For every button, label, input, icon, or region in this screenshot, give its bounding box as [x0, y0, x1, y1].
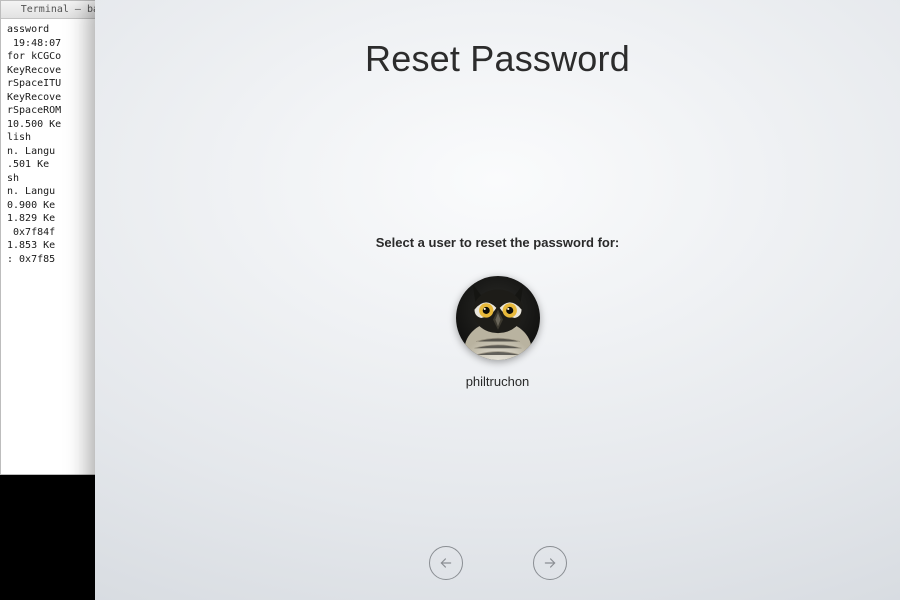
page-title: Reset Password — [365, 38, 630, 80]
user-tile[interactable]: philtruchon — [456, 276, 540, 389]
arrow-left-icon — [439, 556, 453, 570]
user-avatar — [456, 276, 540, 360]
back-button[interactable] — [429, 546, 463, 580]
owl-avatar-icon — [456, 276, 540, 360]
next-button[interactable] — [533, 546, 567, 580]
instruction-text: Select a user to reset the password for: — [376, 235, 619, 250]
user-name-label: philtruchon — [466, 374, 530, 389]
nav-buttons — [95, 546, 900, 580]
reset-password-panel: Reset Password Select a user to reset th… — [95, 0, 900, 600]
arrow-right-icon — [543, 556, 557, 570]
